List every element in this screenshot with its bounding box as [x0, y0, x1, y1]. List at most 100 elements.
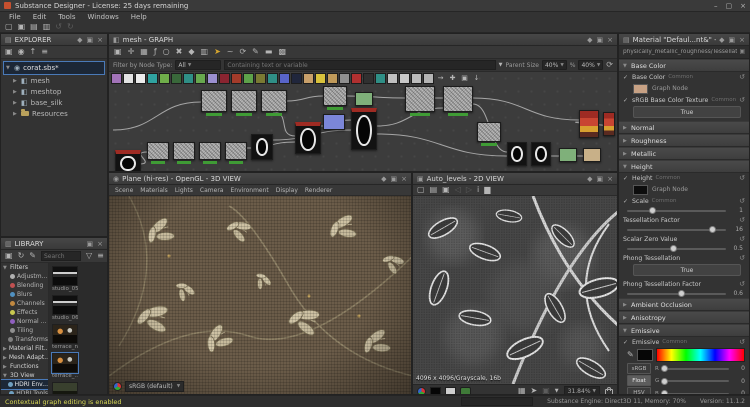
- graph-node-tex-15[interactable]: [225, 142, 247, 164]
- graph-node-tex-14[interactable]: [199, 142, 221, 164]
- info-icon[interactable]: i: [477, 186, 479, 194]
- edit-icon[interactable]: ✎: [29, 252, 36, 260]
- hue-bar[interactable]: [655, 347, 745, 362]
- node-shortcut-icon-13[interactable]: [267, 73, 278, 84]
- graph-node-out-11[interactable]: [115, 150, 141, 171]
- node-shortcut-icon-9[interactable]: [219, 73, 230, 84]
- background-icon[interactable]: ▣: [542, 387, 550, 395]
- node-shortcut-icon-11[interactable]: [243, 73, 254, 84]
- close-icon[interactable]: ×: [607, 36, 613, 44]
- reset-icon[interactable]: ↺: [739, 216, 745, 224]
- library-item-effects[interactable]: Effects: [1, 308, 48, 317]
- refresh-icon[interactable]: ↻: [18, 252, 25, 260]
- section-normal[interactable]: ▶ Normal: [619, 121, 749, 134]
- view3d-menu-renderer[interactable]: Renderer: [305, 187, 332, 194]
- view3d-menu-materials[interactable]: Materials: [140, 187, 168, 194]
- reset-icon[interactable]: ↺: [739, 96, 745, 104]
- colorspace-badge[interactable]: [460, 386, 471, 394]
- close-icon[interactable]: ×: [401, 175, 407, 183]
- library-item-functions[interactable]: ▶ Functions: [1, 362, 48, 371]
- graph-node-green-4[interactable]: [355, 92, 373, 106]
- rotate-icon[interactable]: ⟳: [239, 48, 246, 56]
- library-item-mesh-adapt[interactable]: ▶ Mesh Adapt...: [1, 353, 48, 362]
- new-package-icon[interactable]: ▢: [5, 23, 13, 31]
- node-shortcut-icon-21[interactable]: [363, 73, 374, 84]
- graph-node-redout-22[interactable]: [603, 112, 615, 136]
- float-icon[interactable]: ▣: [597, 36, 604, 44]
- graph-node-green-19[interactable]: [559, 148, 577, 162]
- section-roughness[interactable]: ▶ Roughness: [619, 134, 749, 147]
- graph-link-icon[interactable]: ▣: [740, 49, 745, 55]
- close-icon[interactable]: ×: [607, 175, 613, 183]
- mode-float-button[interactable]: Float: [627, 375, 651, 386]
- graph-node-dark-16[interactable]: [251, 134, 273, 160]
- scalar-zero-slider[interactable]: [627, 245, 726, 252]
- reset-icon[interactable]: ↺: [739, 338, 745, 346]
- float-icon[interactable]: ▣: [87, 36, 94, 44]
- node-shortcut-icon-29[interactable]: ▣: [459, 73, 470, 84]
- close-icon[interactable]: ×: [97, 36, 103, 44]
- node-shortcut-icon-15[interactable]: [291, 73, 302, 84]
- checkbox-checked[interactable]: ✓: [623, 97, 629, 104]
- caret-right-icon[interactable]: ▶: [13, 111, 18, 117]
- graph-node-tex-13[interactable]: [173, 142, 195, 164]
- graph-node-tex-3[interactable]: [323, 86, 347, 110]
- parent-width-select[interactable]: 40% ▼: [541, 60, 567, 70]
- node-shortcut-icon-20[interactable]: [351, 73, 362, 84]
- library-item-tiling[interactable]: Tiling: [1, 326, 48, 335]
- function-icon[interactable]: ƒ: [154, 48, 157, 56]
- search-options-icon[interactable]: ▼: [499, 62, 503, 68]
- hdri-thumbnail-studio-06[interactable]: studio_06: [52, 295, 78, 321]
- library-item-blending[interactable]: Blending: [1, 281, 48, 290]
- library-item-filters[interactable]: ▼ Filters: [1, 263, 48, 272]
- green-channel-slider[interactable]: [661, 377, 729, 385]
- reset-icon[interactable]: ↺: [739, 254, 745, 262]
- graph-node-tan-20[interactable]: [583, 148, 601, 162]
- graph-node-tex-7[interactable]: [477, 122, 501, 146]
- base-color-swatch[interactable]: [633, 83, 648, 94]
- node-shortcut-icon-27[interactable]: →: [435, 73, 446, 84]
- node-shortcut-icon-30[interactable]: ↓: [471, 73, 482, 84]
- graph-node-tex-12[interactable]: [147, 142, 169, 164]
- graph-node-out-8[interactable]: [295, 122, 321, 154]
- view3d-menu-environment[interactable]: Environment: [230, 187, 268, 194]
- checkbox-checked[interactable]: ✓: [623, 198, 629, 205]
- section-height[interactable]: ▼ Height: [619, 160, 749, 173]
- srgb-base-color-toggle[interactable]: True: [633, 106, 741, 118]
- library-item-normal[interactable]: Normal ...: [1, 317, 48, 326]
- save-image-icon[interactable]: ▢: [417, 186, 425, 194]
- library-search-input[interactable]: [40, 251, 81, 261]
- library-item-transforms[interactable]: Transforms: [1, 335, 48, 344]
- view3d-menu-scene[interactable]: Scene: [115, 187, 133, 194]
- graph-node-dark-18[interactable]: [531, 142, 551, 166]
- channels-icon[interactable]: [417, 386, 426, 394]
- hdri-thumbnail-terrace-n[interactable]: terrace_n...: [52, 324, 78, 350]
- tiling-icon[interactable]: ▦: [518, 387, 526, 395]
- section-ambient-occlusion[interactable]: ▶ Ambient Occlusion: [619, 298, 749, 311]
- float-icon[interactable]: ▣: [597, 175, 604, 183]
- edit-icon[interactable]: ✎: [252, 48, 259, 56]
- black-point-swatch[interactable]: [430, 386, 441, 394]
- node-shortcut-icon-16[interactable]: [303, 73, 314, 84]
- pan-icon[interactable]: ✛: [128, 48, 135, 56]
- node-type-select[interactable]: All ▼: [175, 60, 222, 70]
- caret-right-icon[interactable]: ▶: [13, 89, 18, 95]
- menu-tools[interactable]: Tools: [53, 13, 80, 21]
- reset-icon[interactable]: ↺: [739, 280, 745, 288]
- library-menu-icon[interactable]: ≡: [97, 252, 104, 260]
- graph-canvas[interactable]: → ✚ ▣ ↓: [109, 72, 617, 171]
- copy-image-icon[interactable]: ▣: [442, 186, 450, 194]
- save-all-icon[interactable]: ▥: [43, 23, 51, 31]
- reset-icon[interactable]: ↺: [739, 73, 745, 81]
- scale-slider[interactable]: [627, 207, 726, 214]
- section-anisotropy[interactable]: ▶ Anisotropy: [619, 311, 749, 324]
- menu-file[interactable]: File: [4, 13, 26, 21]
- close-button[interactable]: ×: [740, 2, 746, 10]
- node-shortcut-icon-8[interactable]: [207, 73, 218, 84]
- pin-icon[interactable]: ◆: [587, 36, 592, 44]
- node-shortcut-icon-1[interactable]: [123, 73, 134, 84]
- close-icon[interactable]: ×: [739, 36, 745, 44]
- float-icon[interactable]: ▣: [391, 175, 398, 183]
- mode-hsv-button[interactable]: HSV: [627, 387, 651, 394]
- library-item-3d-view[interactable]: ▼ 3D View: [1, 371, 48, 380]
